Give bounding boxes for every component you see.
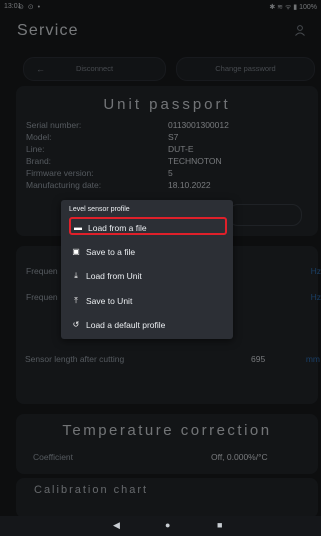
nav-recents-icon[interactable]: ■ — [217, 520, 222, 530]
menu-item-load-default-profile[interactable]: ↺ Load a default profile — [69, 316, 227, 334]
navigation-bar: ◀ ● ■ — [0, 516, 321, 536]
menu-item-load-from-file[interactable]: ▬ Load from a file — [69, 217, 227, 235]
upload-icon: ⤒ — [74, 296, 78, 305]
nav-back-icon[interactable]: ◀ — [113, 520, 120, 531]
download-icon: ⤓ — [74, 271, 78, 280]
menu-item-label: Load a default profile — [86, 320, 166, 330]
menu-item-save-to-unit[interactable]: ⤒ Save to Unit — [69, 292, 227, 310]
menu-item-label: Save to a file — [86, 247, 136, 257]
nav-home-icon[interactable]: ● — [165, 520, 170, 530]
reset-icon: ↺ — [72, 320, 80, 329]
menu-item-save-to-file[interactable]: ▣ Save to a file — [69, 243, 227, 261]
menu-item-label: Load from Unit — [86, 271, 142, 281]
menu-item-label: Load from a file — [88, 223, 147, 233]
menu-title: Level sensor profile — [69, 206, 130, 213]
menu-item-load-from-unit[interactable]: ⤓ Load from Unit — [69, 267, 227, 285]
save-icon: ▣ — [72, 247, 80, 256]
menu-item-label: Save to Unit — [86, 296, 133, 306]
level-sensor-profile-menu: Level sensor profile ▬ Load from a file … — [61, 200, 233, 339]
folder-icon: ▬ — [74, 223, 82, 232]
